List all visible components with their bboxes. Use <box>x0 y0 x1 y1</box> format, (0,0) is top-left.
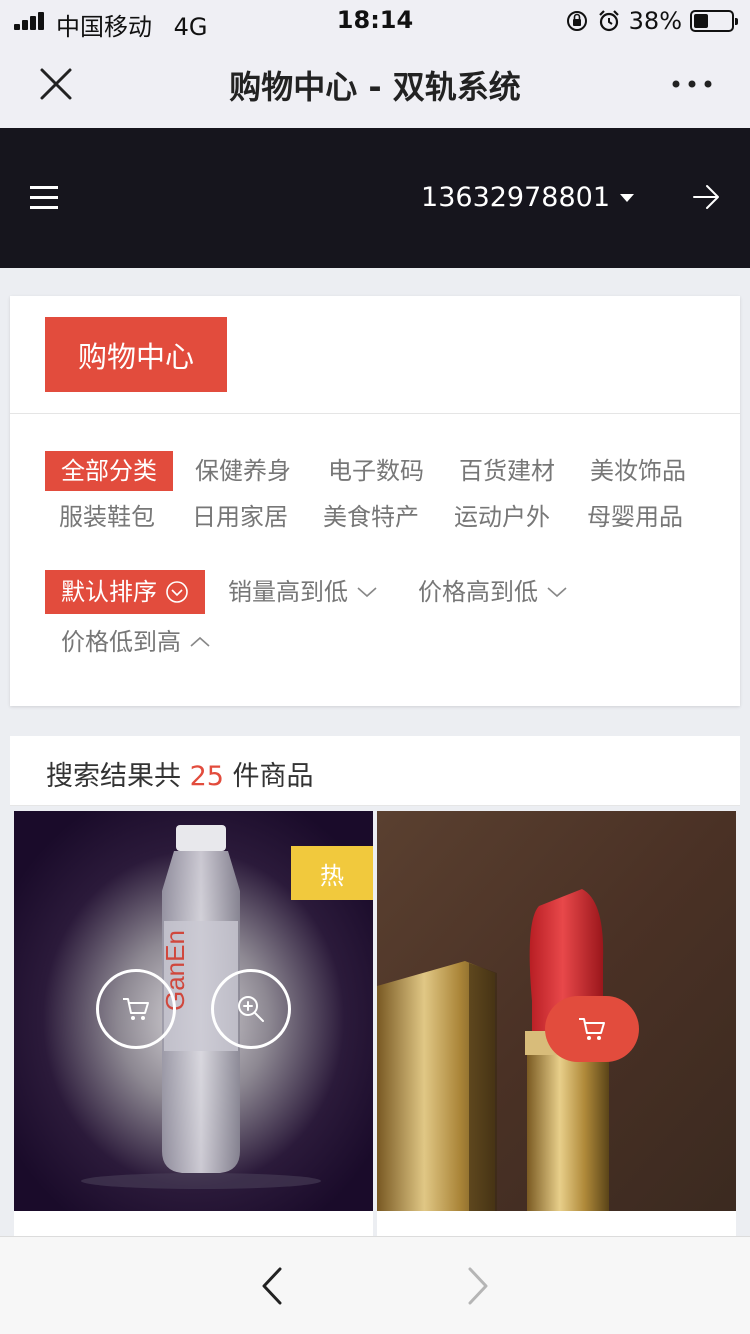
sort-default-label: 默认排序 <box>61 578 157 606</box>
alarm-icon <box>598 10 619 32</box>
sort-sales-desc[interactable]: 销量高到低 <box>228 570 378 614</box>
rotation-lock-icon <box>566 11 587 31</box>
category-health[interactable]: 保健养身 <box>195 451 291 491</box>
caret-down-icon <box>620 193 634 202</box>
more-icon[interactable] <box>670 72 714 96</box>
nav-bar: 购物中心 - 双轨系统 <box>0 42 750 128</box>
add-to-cart-button[interactable] <box>545 996 639 1062</box>
product-card-lipstick[interactable] <box>377 811 736 1211</box>
sort-price-asc[interactable]: 价格低到高 <box>61 620 211 664</box>
sort-price-desc[interactable]: 价格高到低 <box>418 570 568 614</box>
sort-sales-desc-label: 销量高到低 <box>228 578 348 606</box>
forward-arrow-icon[interactable] <box>462 1265 492 1307</box>
category-home[interactable]: 日用家居 <box>192 497 288 537</box>
chevron-up-icon <box>190 636 210 647</box>
category-building-materials[interactable]: 百货建材 <box>459 451 555 491</box>
status-bar: 中国移动 4G 18:14 38% <box>0 0 750 42</box>
hot-badge: 热 <box>291 846 373 900</box>
sort-price-desc-label: 价格高到低 <box>418 578 538 606</box>
chevron-circle-down-icon <box>166 581 188 603</box>
add-to-cart-button[interactable] <box>96 969 176 1049</box>
results-prefix: 搜索结果共 <box>46 761 181 792</box>
account-dropdown[interactable]: 13632978801 <box>421 182 634 213</box>
account-number: 13632978801 <box>421 182 610 213</box>
zoom-button[interactable] <box>211 969 291 1049</box>
cart-icon <box>579 1018 605 1040</box>
chevron-down-icon <box>357 587 377 598</box>
chevron-down-icon <box>547 587 567 598</box>
browser-toolbar <box>0 1236 750 1334</box>
back-arrow-icon[interactable] <box>258 1265 288 1307</box>
category-electronics[interactable]: 电子数码 <box>328 451 424 491</box>
battery-percent: 38% <box>628 7 682 35</box>
menu-icon[interactable] <box>30 186 58 210</box>
sort-price-asc-label: 价格低到高 <box>61 628 181 656</box>
zoom-icon <box>238 996 264 1022</box>
category-sports[interactable]: 运动户外 <box>454 497 550 537</box>
sort-default[interactable]: 默认排序 <box>45 570 205 614</box>
category-food[interactable]: 美食特产 <box>323 497 419 537</box>
results-suffix: 件商品 <box>232 761 314 792</box>
tab-shopping-center[interactable]: 购物中心 <box>45 317 227 392</box>
page-title: 购物中心 - 双轨系统 <box>229 68 521 106</box>
filter-card: 购物中心 全部分类 保健养身 电子数码 百货建材 美妆饰品 服装鞋包 日用家居 … <box>10 296 740 706</box>
product-card-water[interactable]: GanEn 热 <box>14 811 373 1211</box>
category-beauty[interactable]: 美妆饰品 <box>590 451 686 491</box>
results-summary: 搜索结果共 25 件商品 <box>46 754 314 793</box>
arrow-right-icon[interactable] <box>692 184 720 210</box>
category-baby[interactable]: 母婴用品 <box>587 497 683 537</box>
results-count: 25 <box>189 761 224 792</box>
cart-icon <box>123 998 149 1020</box>
divider <box>10 413 740 414</box>
app-header: 13632978801 <box>0 128 750 268</box>
results-bar: 搜索结果共 25 件商品 <box>10 736 740 806</box>
battery-level <box>694 14 708 28</box>
category-apparel[interactable]: 服装鞋包 <box>59 497 155 537</box>
battery-icon <box>690 10 738 32</box>
category-all[interactable]: 全部分类 <box>45 451 173 491</box>
status-right: 38% <box>565 6 738 36</box>
